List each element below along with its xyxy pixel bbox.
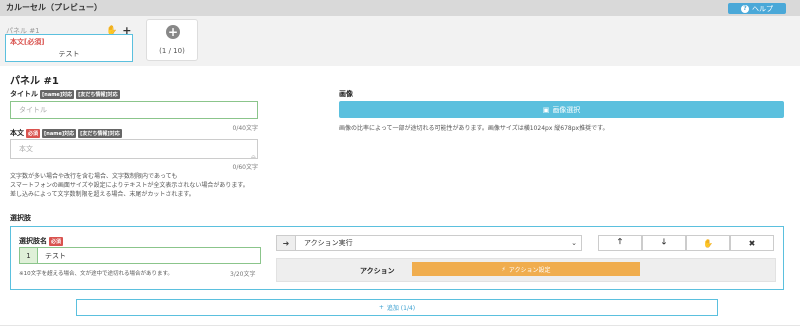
body-textarea[interactable]: 本文: [10, 139, 258, 159]
add-panel-button[interactable]: + (1 / 10): [146, 19, 198, 61]
title-label-row: タイトル [name]対応 [友だち情報]対応: [10, 89, 120, 99]
help-button[interactable]: ? ヘルプ: [728, 3, 786, 14]
choice-counter: 3/20文字: [230, 271, 256, 278]
arrow-right-icon: ➜: [276, 235, 296, 251]
note-line: 文字数が多い場合や改行を含む場合、文字数制限内であっても: [10, 173, 178, 180]
page-title: カルーセル（プレビュー）: [6, 3, 102, 12]
title-input[interactable]: タイトル: [10, 101, 258, 119]
divider: [0, 325, 800, 326]
image-label: 画像: [339, 90, 353, 98]
choice-note: ※10文字を超える場合、文が途中で途切れる場合があります。: [19, 271, 173, 277]
note-line: 差し込みによって文字数制限を超える場合、末尾がカットされます。: [10, 191, 195, 198]
arrow-down-icon: 🡓: [661, 237, 667, 246]
close-icon: ✖: [748, 238, 756, 248]
body-label-row: 本文 必須 [name]対応 [友だち情報]対応: [10, 128, 122, 138]
body-counter: 0/60文字: [232, 164, 258, 171]
lightning-icon: ⚡: [501, 265, 506, 273]
choice-name-input[interactable]: 1 テスト: [19, 247, 261, 264]
action-title: アクション: [360, 267, 395, 275]
copy-choice-button[interactable]: ✋: [686, 235, 730, 251]
move-up-button[interactable]: 🡑: [598, 235, 642, 251]
friend-info-tag: [友だち情報]対応: [76, 89, 120, 99]
add-choice-label: 追加 (1/4): [386, 305, 416, 312]
arrow-up-icon: 🡑: [617, 237, 623, 246]
chevron-down-icon: ⌄: [571, 239, 577, 247]
body-label: 本文: [10, 129, 24, 137]
card-heading: 本文[必須]: [10, 38, 45, 46]
top-bar: カルーセル（プレビュー）: [0, 0, 800, 16]
choices-section-label: 選択肢: [10, 214, 31, 222]
image-icon: ▣: [542, 105, 550, 114]
panel-section-title: パネル #1: [10, 76, 59, 87]
action-select-value: アクション実行: [304, 239, 353, 247]
action-settings-label: アクション設定: [508, 266, 551, 274]
title-counter: 0/40文字: [232, 125, 258, 132]
copy-icon: ✋: [703, 238, 713, 248]
delete-choice-button[interactable]: ✖: [730, 235, 774, 251]
choice-required-tag: 必須: [49, 236, 64, 246]
note-line: スマートフォンの画面サイズや設定によりテキストが全文表示されない場合があります。: [10, 182, 249, 189]
choice-name-label: 選択肢名: [19, 237, 47, 245]
card-text: テスト: [58, 50, 80, 58]
action-select[interactable]: アクション実行 ⌄: [296, 235, 582, 251]
choice-name-label-row: 選択肢名 必須: [19, 236, 64, 246]
panel-count: (1 / 10): [159, 47, 185, 55]
add-choice-button[interactable]: + 追加 (1/4): [76, 299, 718, 316]
name-support-tag: [name]対応: [40, 89, 75, 99]
move-down-button[interactable]: 🡓: [642, 235, 686, 251]
action-settings-button[interactable]: ⚡ アクション設定: [412, 262, 640, 276]
required-tag: 必須: [26, 128, 41, 138]
resize-handle-icon[interactable]: ⌓: [251, 153, 256, 161]
friend-info-tag-2: [友だち情報]対応: [78, 128, 122, 138]
plus-circle-icon: +: [166, 25, 180, 39]
name-support-tag-2: [name]対応: [42, 128, 77, 138]
choice-number: 1: [20, 248, 38, 263]
title-label: タイトル: [10, 90, 38, 98]
choice-value: テスト: [45, 251, 66, 260]
body-note: 文字数が多い場合や改行を含む場合、文字数制限内であっても スマートフォンの画面サ…: [10, 172, 280, 199]
image-select-button[interactable]: ▣ 画像選択: [339, 101, 784, 118]
preview-panel-card[interactable]: 本文[必須] テスト: [5, 34, 133, 62]
image-note: 画像の比率によって一部が途切れる可能性があります。画像サイズは横1024px 縦…: [339, 125, 609, 132]
image-select-label: 画像選択: [552, 105, 581, 114]
plus-icon: +: [378, 304, 384, 311]
help-label: ヘルプ: [752, 4, 773, 13]
question-icon: ?: [741, 4, 749, 13]
